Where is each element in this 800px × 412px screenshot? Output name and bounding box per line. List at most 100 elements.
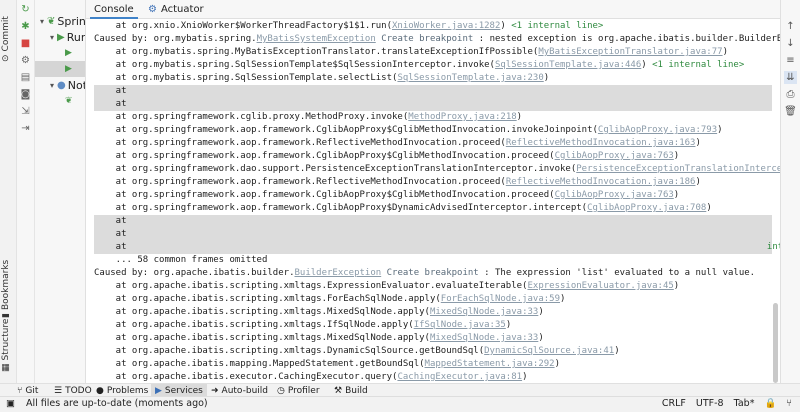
console-line: at org.springframework.aop.framework.Cgl…	[94, 150, 780, 163]
source-link[interactable]: MethodProxy.java:218	[408, 112, 516, 122]
console-line-text: )	[522, 372, 528, 382]
app-icon: ❦	[65, 96, 73, 106]
internal-lines-tag[interactable]: inter	[767, 241, 780, 254]
console-line-text: at	[94, 229, 127, 239]
create-breakpoint-link[interactable]: Create breakpoint	[381, 268, 479, 278]
source-link[interactable]: BuilderException	[294, 268, 381, 278]
left-tool-strip: ⊙ Commit ▮ Bookmarks ▦ Structure	[0, 0, 17, 383]
internal-lines-tag[interactable]: <1 internal line>	[506, 21, 603, 31]
up-arrow-icon[interactable]: ↑	[784, 20, 797, 33]
console-line-text: at org.apache.ibatis.scripting.xmltags.D…	[94, 346, 485, 356]
spring-icon: ❦	[47, 15, 56, 27]
pin-icon[interactable]: ⇲	[19, 105, 32, 118]
source-link[interactable]: ReflectiveMethodInvocation.java:186	[506, 177, 696, 187]
console-line: ... 58 common frames omitted	[94, 254, 780, 267]
console-line-text: : nested exception is org.apache.ibatis.…	[478, 34, 780, 44]
layout-icon[interactable]: ▤	[19, 71, 32, 84]
console-output[interactable]: at org.xnio.XnioWorker$WorkerThreadFacto…	[86, 19, 780, 383]
indent-setting[interactable]: Tab*	[734, 398, 755, 409]
tree-item-selected-app[interactable]: ▶	[35, 61, 85, 77]
tab-actuator[interactable]: ⚙ Actuator	[148, 0, 204, 18]
run-app-icon: ▶	[65, 64, 72, 74]
source-link[interactable]: SqlSessionTemplate.java:446	[495, 60, 641, 70]
source-link[interactable]: PersistenceExceptionTranslationIntercept…	[576, 164, 780, 174]
console-line: Caused by: org.mybatis.spring.MyBatisSys…	[94, 33, 780, 46]
console-line-text: Caused by: org.mybatis.spring.	[94, 34, 257, 44]
source-link[interactable]: XnioWorker.java:1282	[392, 21, 500, 31]
file-encoding[interactable]: UTF-8	[696, 398, 724, 409]
console-line-text: )	[516, 112, 523, 122]
exit-icon[interactable]: ⇥	[19, 122, 32, 135]
source-link[interactable]: CachingExecutor.java:81	[397, 372, 522, 382]
source-link[interactable]: SqlSessionTemplate.java:230	[397, 73, 543, 83]
list-icon: ☰	[54, 385, 63, 396]
commit-side-tab[interactable]: ⊙ Commit	[1, 16, 11, 62]
console-line-text: )	[543, 73, 550, 83]
soft-wrap-icon[interactable]: ≡	[784, 54, 797, 67]
clear-icon[interactable]: 🗑	[784, 105, 797, 118]
source-link[interactable]: CglibAopProxy.java:763	[555, 190, 674, 200]
scroll-to-end-icon[interactable]: ⇊	[784, 71, 797, 84]
tree-item-app[interactable]: ▶	[65, 45, 72, 61]
console-line-text: at org.mybatis.spring.MyBatisExceptionTr…	[94, 47, 539, 57]
console-line-text: )	[673, 190, 680, 200]
debug-icon[interactable]: ✱	[19, 20, 32, 33]
console-line-text: at org.springframework.aop.framework.Cgl…	[94, 151, 555, 161]
source-link[interactable]: ForEachSqlNode.java:59	[441, 294, 560, 304]
print-icon[interactable]: ⎙	[784, 88, 797, 101]
lock-icon[interactable]: 🔒	[764, 398, 776, 409]
chevron-down-icon: ▾	[39, 16, 44, 26]
tree-node-running[interactable]: ▾ ▶ Run	[47, 29, 85, 45]
source-link[interactable]: ReflectiveMethodInvocation.java:163	[506, 138, 696, 148]
console-line: at	[94, 85, 772, 98]
tree-item-not-started-app[interactable]: ❦	[65, 93, 73, 109]
tree-node-spring[interactable]: ▾ ❦ Spring	[37, 13, 85, 29]
console-line-text: at	[94, 242, 127, 252]
line-separator[interactable]: CRLF	[662, 398, 686, 409]
console-line: at org.apache.ibatis.scripting.xmltags.I…	[94, 319, 780, 332]
source-link[interactable]: MyBatisExceptionTranslator.java:77	[538, 47, 722, 57]
create-breakpoint-link[interactable]: Create breakpoint	[376, 34, 473, 44]
bookmarks-side-tab[interactable]: ▮ Bookmarks	[1, 260, 11, 318]
console-line: at	[94, 215, 772, 228]
structure-side-tab[interactable]: ▦ Structure	[1, 319, 11, 372]
console-line-text: )	[717, 125, 723, 135]
git-branch-icon[interactable]: ⑂	[786, 398, 792, 409]
source-link[interactable]: CglibAopProxy.java:793	[598, 125, 717, 135]
console-scrollbar[interactable]	[773, 303, 778, 383]
console-line: at org.springframework.aop.framework.Cgl…	[94, 189, 780, 202]
console-line: at org.springframework.dao.support.Persi…	[94, 163, 780, 176]
console-line-text: )	[673, 281, 680, 291]
console-line-text: at org.xnio.XnioWorker$WorkerThreadFacto…	[94, 21, 393, 31]
console-line-text: at	[94, 86, 127, 96]
source-link[interactable]: ExpressionEvaluator.java:45	[527, 281, 673, 291]
tab-console[interactable]: Console	[90, 0, 138, 19]
console-line: at org.apache.ibatis.scripting.xmltags.M…	[94, 306, 780, 319]
console-line-text: )	[554, 359, 560, 369]
console-line: at org.springframework.aop.framework.Cgl…	[94, 124, 780, 137]
source-link[interactable]: MixedSqlNode.java:33	[430, 307, 538, 317]
down-arrow-icon[interactable]: ↓	[784, 37, 797, 50]
console-line-text: at org.mybatis.spring.SqlSessionTemplate…	[94, 73, 398, 83]
console-line: at	[94, 228, 772, 241]
run-icon: ▶	[57, 31, 65, 43]
run-app-icon: ▶	[65, 48, 72, 58]
source-link[interactable]: CglibAopProxy.java:708	[587, 203, 706, 213]
stop-icon[interactable]: ■	[19, 37, 32, 50]
source-link[interactable]: IfSqlNode.java:35	[414, 320, 506, 330]
settings-icon[interactable]: ⚙	[19, 54, 32, 67]
tree-node-not-started[interactable]: ▾ ● Not	[47, 77, 85, 93]
source-link[interactable]: MappedStatement.java:292	[425, 359, 555, 369]
rerun-icon[interactable]: ↻	[19, 3, 32, 16]
source-link[interactable]: MixedSqlNode.java:33	[430, 333, 538, 343]
source-link[interactable]: MyBatisSystemException	[257, 34, 376, 44]
console-line-text: )	[695, 177, 701, 187]
console-line-text: )	[538, 307, 544, 317]
status-message: All files are up-to-date (moments ago)	[26, 398, 208, 409]
internal-lines-tag[interactable]: <1 internal line>	[647, 60, 744, 70]
status-icon[interactable]: ▣	[6, 398, 15, 409]
source-link[interactable]: CglibAopProxy.java:763	[555, 151, 674, 161]
source-link[interactable]: DynamicSqlSource.java:41	[484, 346, 614, 356]
camera-icon[interactable]: ◙	[19, 88, 32, 101]
console-line-text: )	[614, 346, 620, 356]
